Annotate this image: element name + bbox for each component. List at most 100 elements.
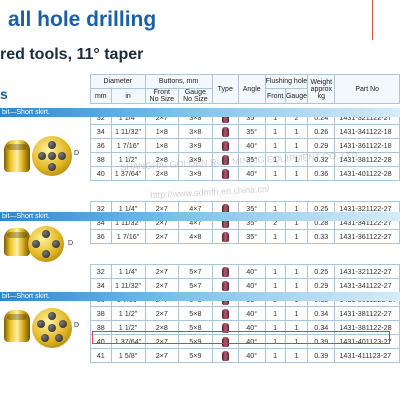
cell-gauge: 3×9	[178, 138, 213, 153]
header-row: Diameter Buttons, mm Type Angle Flushing hol…	[90, 74, 400, 104]
diameter-label: D	[74, 150, 80, 157]
cell-flush-gauge: 1	[284, 138, 309, 153]
cell-flush-gauge: 1	[284, 166, 309, 181]
cell-gauge: 5×7	[178, 264, 213, 279]
cell-part-no: 1431-341122-18	[334, 124, 400, 139]
section-label: bit—Short skirt.	[2, 293, 50, 300]
cell-mm: 38	[90, 306, 112, 321]
cell-mm: 36	[90, 138, 112, 153]
cell-flush-gauge: 1	[284, 278, 309, 293]
cell-mm: 40	[90, 166, 112, 181]
cell-angle: 40°	[237, 348, 266, 363]
col-weight: Weight approx kg	[307, 74, 336, 104]
cell-mm: 32	[90, 264, 112, 279]
cell-flush-front: 1	[264, 138, 286, 153]
cell-in: 1 7/16"	[110, 138, 146, 153]
cell-type	[211, 166, 239, 181]
cell-weight: 0.33	[307, 229, 336, 244]
cell-flush-front: 1	[264, 124, 286, 139]
cell-in: 1 1/2"	[110, 306, 146, 321]
cell-gauge: 5×9	[178, 348, 213, 363]
button-type-icon	[221, 266, 229, 277]
cell-mm: 38	[90, 152, 112, 167]
cell-flush-front: 1	[264, 264, 286, 279]
cell-flush-gauge: 1	[284, 348, 309, 363]
cell-front: 1×8	[144, 138, 180, 153]
cell-gauge: 3×8	[178, 124, 213, 139]
section-label: bit—Short skirt.	[2, 213, 50, 220]
cell-flush-front: 1	[264, 348, 286, 363]
diameter-label: D	[68, 240, 74, 247]
col-flush-gauge: Gauge	[284, 88, 309, 104]
col-buttons: Buttons, mm	[144, 74, 213, 89]
cell-part-no: 1431-341122-27	[334, 278, 400, 293]
table-row: 34 1 11/32" 1×8 3×8 35° 1 1 0.26 1431-341122-18	[90, 124, 400, 139]
cell-type	[211, 229, 239, 244]
cell-front: 2×7	[144, 278, 180, 293]
cell-type	[211, 138, 239, 153]
highlighted-row-frame	[92, 331, 390, 344]
cell-angle: 40°	[237, 138, 266, 153]
bit-face-view	[32, 308, 72, 348]
page-title: all hole drilling	[8, 8, 157, 31]
page-subtitle: red tools, 11° taper	[0, 46, 144, 63]
cell-flush-front: 1	[264, 229, 286, 244]
cell-weight: 0.25	[307, 264, 336, 279]
cell-front: 2×7	[144, 348, 180, 363]
col-flush-front: Front	[264, 88, 286, 104]
bit-side-view	[4, 228, 30, 256]
cell-flush-gauge: 1	[284, 264, 309, 279]
table-row: 41 1 5/8" 2×7 5×9 40° 1 1 0.39 1431-411123-27	[90, 348, 400, 363]
table-row: 38 1 1/2" 2×7 5×8 40° 1 1 0.34 1431-381122-27	[90, 306, 400, 321]
cell-gauge: 4×8	[178, 229, 213, 244]
cell-front: 2×7	[144, 229, 180, 244]
cell-front: 2×7	[144, 306, 180, 321]
cell-weight: 0.36	[307, 166, 336, 181]
cell-weight: 0.39	[307, 348, 336, 363]
cell-mm: 36	[90, 229, 112, 244]
col-diameter: Diameter	[90, 74, 146, 89]
diameter-label: D	[74, 322, 80, 329]
section-label: bit—Short skirt.	[2, 109, 50, 116]
bit-face-view	[28, 226, 64, 262]
cell-flush-front: 1	[264, 166, 286, 181]
cell-angle: 40°	[237, 264, 266, 279]
cell-gauge: 5×8	[178, 306, 213, 321]
cell-weight: 0.34	[307, 306, 336, 321]
cell-flush-gauge: 1	[284, 306, 309, 321]
cell-in: 1 5/8"	[110, 348, 146, 363]
section-band: bit—Short skirt.	[0, 292, 400, 301]
button-type-icon	[221, 231, 229, 242]
cell-weight: 0.26	[307, 124, 336, 139]
button-type-icon	[221, 308, 229, 319]
cell-mm: 41	[90, 348, 112, 363]
section-band: bit—Short skirt.	[0, 108, 400, 117]
cell-gauge: 5×7	[178, 278, 213, 293]
cell-part-no: 1431-401122-28	[334, 166, 400, 181]
table-row: 36 1 7/16" 2×7 4×8 35° 1 1 0.33 1431-361122-27	[90, 229, 400, 244]
cell-part-no: 1431-361122-27	[334, 229, 400, 244]
table-row: 32 1 1/4" 2×7 5×7 40° 1 1 0.25 1431-321122-27	[90, 264, 400, 279]
cell-angle: 35°	[237, 124, 266, 139]
bit-side-view	[4, 140, 30, 172]
section-letter: s	[0, 86, 8, 102]
cell-part-no: 1431-381122-27	[334, 306, 400, 321]
cell-type	[211, 264, 239, 279]
button-type-icon	[221, 140, 229, 151]
button-type-icon	[221, 168, 229, 179]
section-band: bit—Short skirt.	[0, 212, 400, 221]
cell-type	[211, 348, 239, 363]
bit-face-view	[32, 136, 72, 176]
cell-mm: 34	[90, 278, 112, 293]
cell-angle: 35°	[237, 229, 266, 244]
table-row: 34 1 11/32" 2×7 5×7 40° 1 1 0.29 1431-341122-27	[90, 278, 400, 293]
button-type-icon	[221, 280, 229, 291]
cell-type	[211, 278, 239, 293]
button-type-icon	[221, 350, 229, 361]
cell-mm: 34	[90, 124, 112, 139]
col-flushing: Flushing hole	[264, 74, 309, 89]
cell-in: 1 7/16"	[110, 229, 146, 244]
col-part: Part No	[334, 74, 400, 104]
cell-flush-gauge: 1	[284, 229, 309, 244]
cell-flush-gauge: 1	[284, 124, 309, 139]
